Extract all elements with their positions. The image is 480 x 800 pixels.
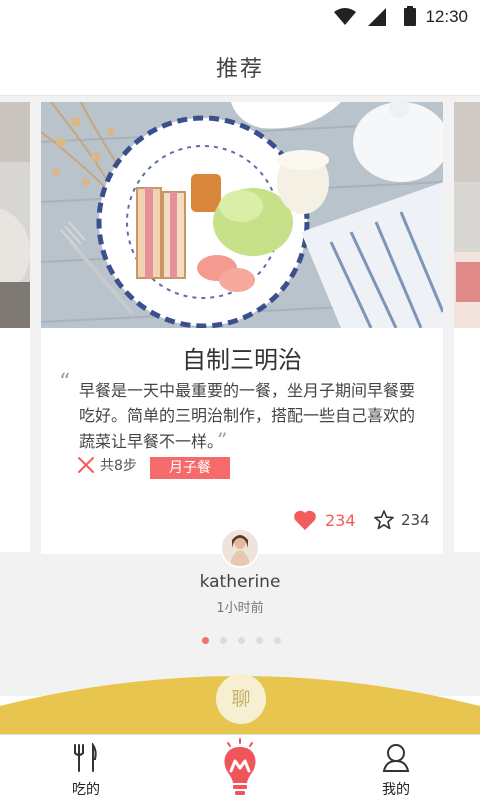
avatar-image (222, 530, 258, 566)
post-time: 1小时前 (216, 601, 264, 616)
favorite-count: 234 (401, 511, 430, 529)
bottom-tab-bar: 吃的 我的 (0, 734, 480, 800)
category-tag[interactable]: 月子餐 (150, 457, 230, 479)
recipe-title: 自制三明治 (182, 346, 302, 374)
page-dot[interactable] (220, 637, 227, 644)
steps-count: 共8步 (100, 458, 137, 474)
next-recipe-card[interactable] (454, 102, 480, 552)
page-dot[interactable] (238, 637, 245, 644)
tab-eat-label: 吃的 (72, 782, 100, 798)
page-dot[interactable] (202, 637, 209, 644)
close-quote-mark: ” (217, 428, 228, 452)
recipe-carousel[interactable]: 自制三明治 “ 早餐是一天中最重要的一餐，坐月子期间早餐要吃好。简单的三明治制作… (0, 96, 480, 696)
header: 推荐 (0, 34, 480, 96)
tab-home-logo[interactable] (220, 737, 260, 799)
like-button[interactable]: 234 (293, 509, 356, 531)
recipe-description: 早餐是一天中最重要的一餐，坐月子期间早餐要吃好。简单的三明治制作，搭配一些自己喜… (79, 378, 425, 454)
open-quote-mark: “ (59, 370, 71, 395)
next-recipe-image (454, 102, 480, 328)
previous-recipe-card[interactable] (0, 102, 30, 552)
previous-recipe-image (0, 102, 30, 328)
utensils-icon (78, 457, 94, 473)
like-count: 234 (325, 510, 356, 530)
signal-icon (368, 8, 386, 26)
battery-icon (404, 6, 416, 26)
recipe-photo (41, 102, 443, 328)
heart-icon (294, 510, 316, 530)
author-name[interactable]: katherine (0, 572, 480, 592)
author-avatar[interactable] (220, 528, 260, 568)
chat-button[interactable]: 聊 (216, 674, 266, 724)
recipe-card[interactable]: 自制三明治 “ 早餐是一天中最重要的一餐，坐月子期间早餐要吃好。简单的三明治制作… (41, 102, 443, 554)
tab-mine-label: 我的 (382, 782, 410, 798)
clock-time: 12:30 (425, 7, 468, 26)
page-title: 推荐 (215, 57, 264, 82)
status-bar: 12:30 (0, 0, 480, 34)
star-icon (374, 510, 394, 530)
page-dot[interactable] (256, 637, 263, 644)
wifi-icon (334, 8, 356, 25)
pagination-dots (202, 637, 281, 644)
recipe-description-text: 早餐是一天中最重要的一餐，坐月子期间早餐要吃好。简单的三明治制作，搭配一些自己喜… (79, 381, 416, 451)
lightbulb-logo-icon (224, 738, 256, 795)
favorite-button[interactable]: 234 (373, 509, 430, 531)
steps-info: 共8步 (77, 454, 137, 476)
user-icon (382, 744, 410, 772)
tab-mine[interactable]: 我的 (356, 743, 436, 799)
page-dot[interactable] (274, 637, 281, 644)
tab-eat[interactable]: 吃的 (46, 741, 126, 799)
fork-knife-icon (74, 741, 97, 772)
